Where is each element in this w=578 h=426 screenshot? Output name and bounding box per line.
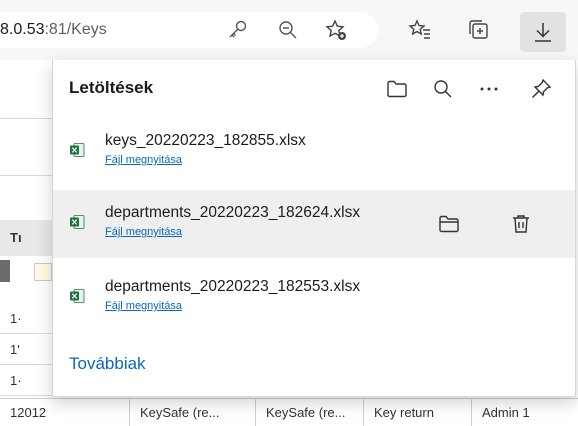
- table-row[interactable]: 12012 KeySafe (re... KeySafe (re... Key …: [0, 398, 578, 426]
- table-cell: Key return: [364, 399, 472, 426]
- table-cell[interactable]: 1': [0, 334, 52, 365]
- excel-file-icon: [69, 142, 85, 158]
- key-icon[interactable]: [226, 18, 250, 42]
- table-header-cell[interactable]: Tı: [0, 220, 52, 256]
- row-selector[interactable]: [0, 260, 10, 282]
- pin-icon[interactable]: [529, 77, 553, 101]
- download-filename: departments_20220223_182553.xlsx: [105, 278, 361, 295]
- panel-title: Letöltések: [69, 78, 154, 97]
- browser-toolbar: 8.0.53:81/Keys: [0, 0, 578, 60]
- table-cell: KeySafe (re...: [130, 399, 256, 426]
- zoom-out-icon[interactable]: [276, 18, 300, 42]
- downloads-panel: Letöltések keys_20220223_182855.xlsx Fáj…: [52, 60, 576, 397]
- open-folder-icon[interactable]: [385, 77, 409, 101]
- excel-file-icon: [69, 288, 85, 304]
- download-icon: [535, 23, 551, 42]
- collections-icon[interactable]: [467, 18, 491, 42]
- divider: [0, 118, 52, 119]
- delete-icon[interactable]: [509, 212, 533, 236]
- open-file-link[interactable]: Fájl megnyitása: [105, 226, 182, 238]
- open-file-link[interactable]: Fájl megnyitása: [105, 300, 182, 312]
- download-button[interactable]: [520, 12, 566, 52]
- download-item[interactable]: keys_20220223_182855.xlsx Fájl megnyitás…: [53, 118, 575, 186]
- download-item[interactable]: departments_20220223_182624.xlsx Fájl me…: [53, 190, 575, 258]
- download-item[interactable]: departments_20220223_182553.xlsx Fájl me…: [53, 264, 575, 332]
- address-host: 8.0.53: [0, 21, 45, 38]
- more-downloads-link[interactable]: Továbbiak: [69, 354, 146, 374]
- show-in-folder-icon[interactable]: [437, 212, 461, 236]
- table-cell: Admin 1: [482, 405, 530, 420]
- address-url[interactable]: 8.0.53:81/Keys: [0, 21, 107, 39]
- open-file-link[interactable]: Fájl megnyitása: [105, 154, 182, 166]
- address-path: :81/Keys: [44, 21, 107, 38]
- table-cell: 12012: [0, 399, 130, 426]
- address-bar[interactable]: 8.0.53:81/Keys: [0, 12, 378, 48]
- favorites-icon[interactable]: [408, 18, 432, 42]
- add-favorite-icon[interactable]: [324, 18, 348, 42]
- excel-file-icon: [69, 214, 85, 230]
- table-cell[interactable]: 1·: [0, 365, 52, 396]
- download-filename: keys_20220223_182855.xlsx: [105, 132, 306, 149]
- filter-input[interactable]: [34, 263, 52, 281]
- divider: [0, 175, 52, 176]
- table-cell: KeySafe (re...: [256, 399, 364, 426]
- download-filename: departments_20220223_182624.xlsx: [105, 204, 361, 221]
- search-icon[interactable]: [431, 77, 455, 101]
- table-cell[interactable]: 1·: [0, 303, 52, 334]
- more-icon[interactable]: [477, 77, 501, 101]
